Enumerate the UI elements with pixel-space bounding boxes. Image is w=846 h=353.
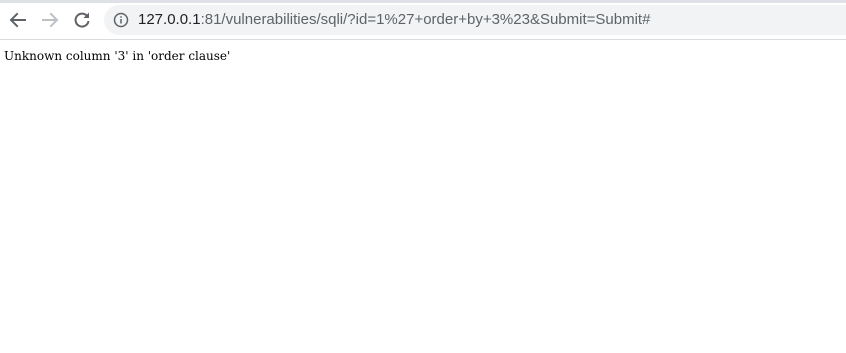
- forward-button[interactable]: [38, 8, 62, 32]
- arrow-left-icon: [9, 11, 27, 29]
- url-path: :81/vulnerabilities/sqli/?id=1%27+order+…: [200, 11, 651, 28]
- tab-strip-edge: [0, 0, 846, 3]
- browser-toolbar: 127.0.0.1:81/vulnerabilities/sqli/?id=1%…: [0, 0, 846, 40]
- error-message: Unknown column '3' in 'order clause': [4, 49, 231, 63]
- address-bar[interactable]: 127.0.0.1:81/vulnerabilities/sqli/?id=1%…: [104, 5, 846, 35]
- url-host: 127.0.0.1: [138, 11, 201, 28]
- reload-icon: [73, 11, 91, 29]
- arrow-right-icon: [41, 11, 59, 29]
- info-circle-icon[interactable]: [113, 12, 129, 28]
- url-text[interactable]: 127.0.0.1:81/vulnerabilities/sqli/?id=1%…: [138, 11, 650, 29]
- back-button[interactable]: [6, 8, 30, 32]
- reload-button[interactable]: [70, 8, 94, 32]
